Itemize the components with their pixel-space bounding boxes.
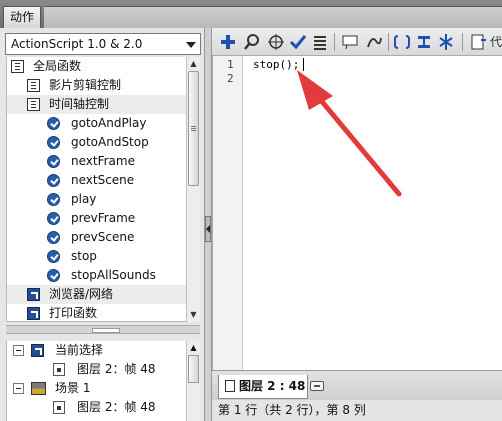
script-tab-bar: 图层 2 : 48: [212, 370, 502, 400]
category-icon: [27, 307, 40, 320]
function-icon: [47, 212, 60, 225]
scroll-up-icon[interactable]: ▲: [187, 57, 200, 71]
tree-item-label: nextScene: [71, 173, 135, 187]
toolbar-separator: [462, 33, 463, 51]
tree-item-print-functions[interactable]: 打印函数: [7, 304, 186, 321]
tree-item-label: prevFrame: [71, 211, 136, 225]
tree-item-label: play: [71, 192, 97, 206]
function-icon: [47, 231, 60, 244]
actions-toolbox-panel: ActionScript 1.0 & 2.0 全局函数 影片剪辑控制 时间轴控制…: [0, 28, 204, 421]
add-icon[interactable]: [218, 32, 238, 52]
layer-icon: [53, 363, 65, 376]
function-icon: [47, 174, 60, 187]
tree-item-label: gotoAndStop: [71, 135, 149, 149]
tree-item-label: 时间轴控制: [49, 97, 110, 111]
auto-format-icon[interactable]: [310, 32, 330, 52]
selection-icon: [31, 344, 44, 357]
annotation-arrow-icon: [297, 70, 402, 197]
collapse-selection-icon[interactable]: [414, 32, 434, 52]
scrollbar-thumb[interactable]: [188, 355, 199, 383]
tree-item-label: 全局函数: [33, 59, 82, 73]
category-icon: [27, 288, 40, 301]
nav-item-label: 图层 2：帧 48: [77, 362, 156, 376]
function-icon: [47, 155, 60, 168]
tree-item-stopallsounds[interactable]: stopAllSounds: [7, 266, 186, 285]
code-hint-icon[interactable]: [340, 32, 360, 52]
book-icon: [27, 98, 40, 111]
scene-icon: [31, 382, 46, 395]
script-editor[interactable]: 1 2 stop();: [212, 56, 502, 370]
tab-layer-frame[interactable]: 图层 2 : 48: [218, 375, 308, 399]
panel-collapse-bar[interactable]: [204, 28, 212, 421]
collapse-toggle-icon[interactable]: [13, 345, 24, 356]
function-icon: [47, 193, 60, 206]
status-bar: 第 1 行（共 2 行），第 8 列: [212, 400, 502, 421]
layer-icon: [53, 401, 65, 414]
tree-item-label: prevScene: [71, 230, 135, 244]
tree-item-prevframe[interactable]: prevFrame: [7, 209, 186, 228]
panel-tab-strip: 动作: [0, 0, 502, 28]
scrollbar-thumb[interactable]: [188, 71, 199, 186]
collapse-icon[interactable]: [392, 32, 412, 52]
tab-strip-filler: [44, 6, 502, 28]
expand-all-icon[interactable]: [436, 32, 456, 52]
chevron-down-icon[interactable]: [186, 42, 196, 48]
tree-item-label: 打印函数: [49, 306, 98, 320]
collapse-toggle-icon[interactable]: [13, 383, 24, 394]
tree-item-nextframe[interactable]: nextFrame: [7, 152, 186, 171]
tree-item-global-functions[interactable]: 全局函数: [7, 57, 186, 76]
tree-item-label: nextFrame: [71, 154, 135, 168]
tree-item-play[interactable]: play: [7, 190, 186, 209]
navigator-scrollbar[interactable]: ▲: [186, 341, 200, 421]
function-icon: [47, 250, 60, 263]
scroll-up-icon[interactable]: ▲: [187, 341, 200, 355]
scroll-down-icon[interactable]: ▼: [187, 308, 200, 322]
collapse-arrow-icon[interactable]: [205, 216, 211, 242]
target-icon[interactable]: [266, 32, 286, 52]
nav-item-label: 场景 1: [55, 381, 91, 395]
function-icon: [47, 136, 60, 149]
tree-item-gotoandplay[interactable]: gotoAndPlay: [7, 114, 186, 133]
nav-item-layer-frame[interactable]: 图层 2：帧 48: [7, 360, 186, 379]
book-icon: [27, 79, 40, 92]
tree-item-browser-network[interactable]: 浏览器/网络: [7, 285, 186, 304]
tree-item-timeline-control[interactable]: 时间轴控制: [7, 95, 186, 114]
nav-item-label: 当前选择: [55, 343, 104, 357]
nav-item-layer-frame[interactable]: 图层 2：帧 48: [7, 398, 186, 417]
tree-item-label: gotoAndPlay: [71, 116, 147, 130]
tree-item-gotoandstop[interactable]: gotoAndStop: [7, 133, 186, 152]
toolbar-truncated-label: 代: [490, 35, 502, 49]
tree-item-label: stopAllSounds: [71, 268, 156, 282]
tree-item-movieclip-control[interactable]: 影片剪辑控制: [7, 76, 186, 95]
toolbar-separator: [388, 33, 389, 51]
tree-item-prevscene[interactable]: prevScene: [7, 228, 186, 247]
version-select-value: ActionScript 1.0 & 2.0: [11, 37, 143, 51]
nav-item-label: 图层 2：帧 48: [77, 400, 156, 414]
script-assist-icon[interactable]: [468, 32, 488, 52]
tree-item-nextscene[interactable]: nextScene: [7, 171, 186, 190]
tab-label: 图层 2 : 48: [239, 379, 306, 393]
function-icon: [47, 117, 60, 130]
tree-item-label: 影片剪辑控制: [49, 78, 122, 92]
function-icon: [47, 269, 60, 282]
document-icon: [225, 380, 235, 392]
pane-splitter[interactable]: [6, 325, 200, 334]
actionscript-version-select[interactable]: ActionScript 1.0 & 2.0: [5, 33, 201, 55]
toolbox-scrollbar[interactable]: ▲ ▼: [186, 57, 200, 322]
actions-toolbox-tree: 全局函数 影片剪辑控制 时间轴控制 gotoAndPlay gotoAndSto…: [6, 57, 186, 322]
script-navigator: 当前选择 图层 2：帧 48 场景 1 图层 2：帧 48: [6, 341, 186, 421]
pin-script-icon[interactable]: [310, 381, 324, 391]
find-icon[interactable]: [242, 32, 262, 52]
tree-item-label: 浏览器/网络: [49, 287, 114, 301]
toolbar-separator: [334, 33, 335, 51]
nav-item-scene[interactable]: 场景 1: [7, 379, 186, 398]
debug-icon[interactable]: [364, 32, 384, 52]
check-syntax-icon[interactable]: [288, 32, 308, 52]
book-icon: [11, 60, 24, 73]
tab-actions[interactable]: 动作: [3, 6, 42, 28]
nav-item-current-selection[interactable]: 当前选择: [7, 341, 186, 360]
tree-item-label: stop: [71, 249, 97, 263]
script-toolbar: 代: [212, 28, 502, 56]
tree-item-stop[interactable]: stop: [7, 247, 186, 266]
